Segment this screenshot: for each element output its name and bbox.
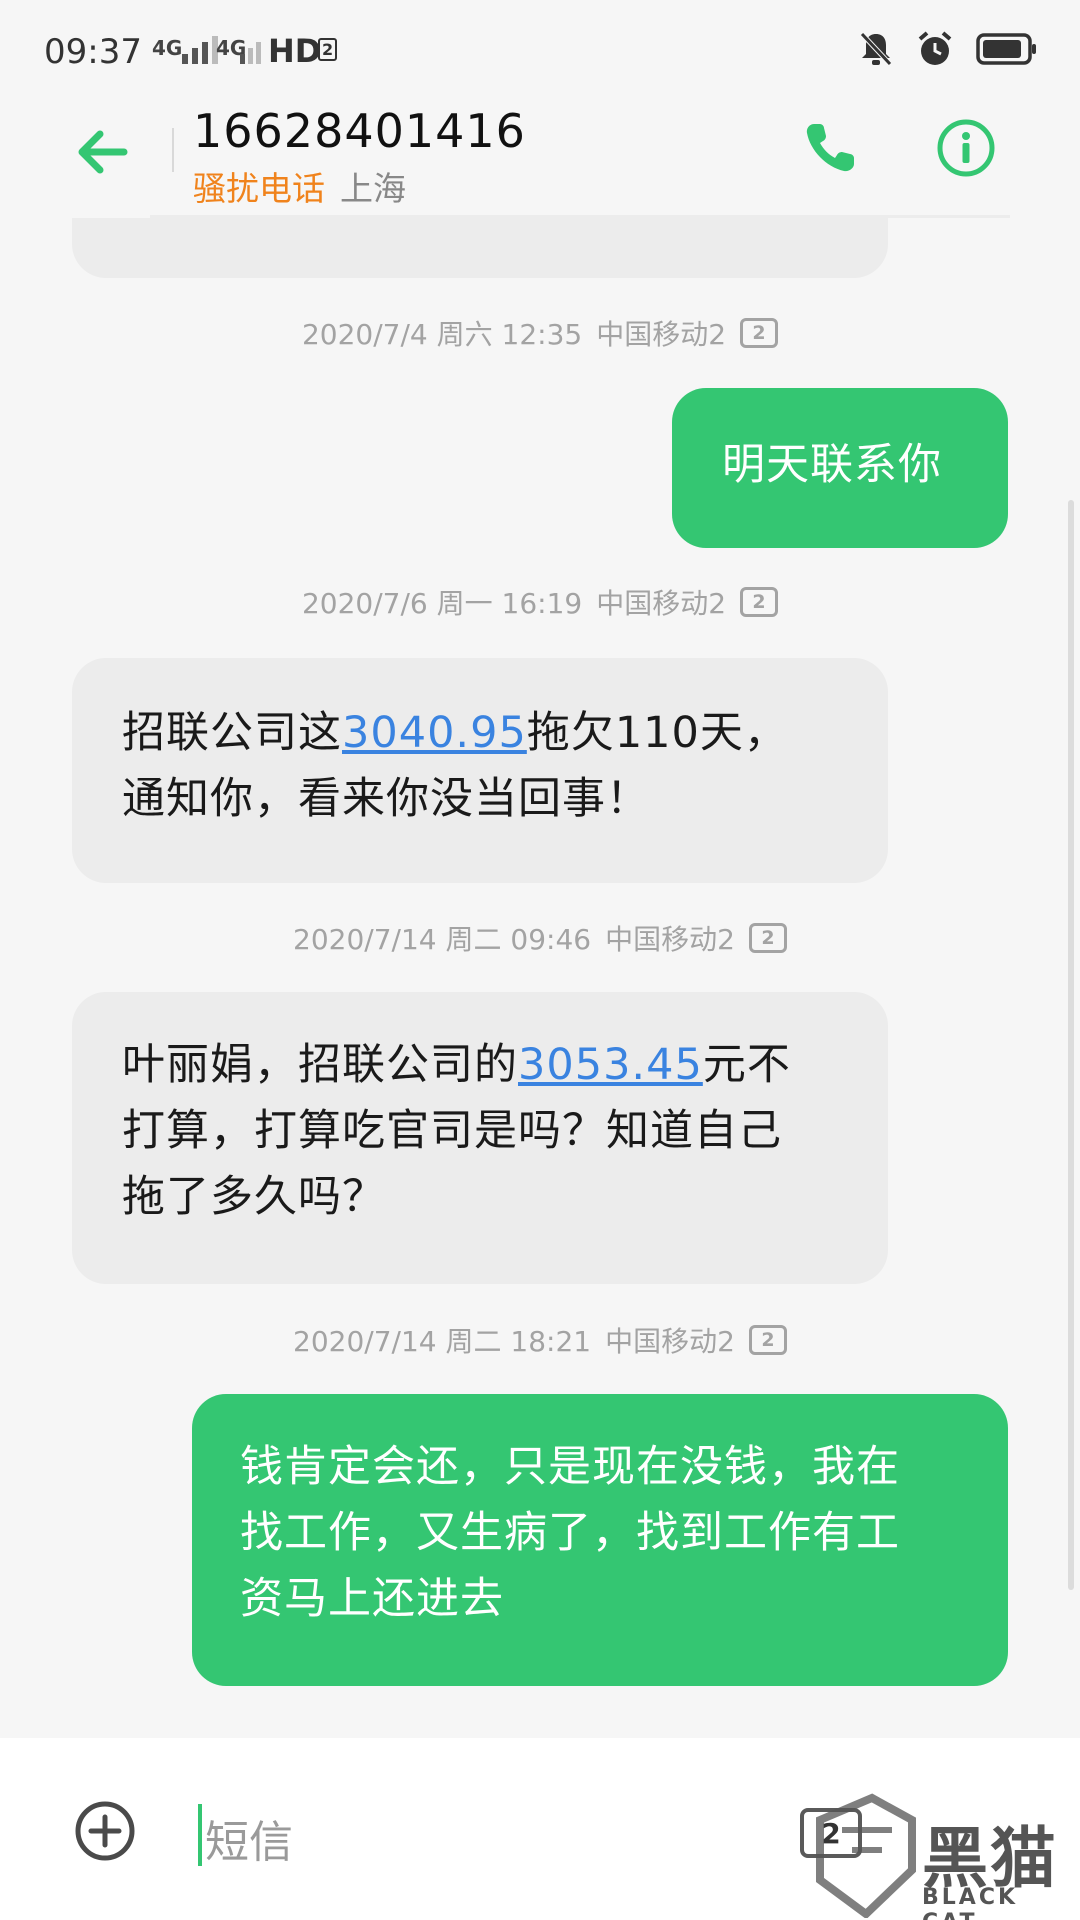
contact-location: 上海 <box>340 169 406 208</box>
sim-badge: 2 <box>740 318 779 348</box>
timestamp-text: 2020/7/4 周六 12:35 <box>301 318 583 351</box>
status-bar: 09:37 4G 4G HD 2 <box>0 0 1080 100</box>
carrier-text: 中国移动2 <box>596 318 727 351</box>
alarm-icon <box>918 31 952 65</box>
status-time: 09:37 <box>44 32 142 72</box>
message-text: 明天联系你 <box>722 440 942 490</box>
message-line: 拖了多久吗？ <box>122 1172 386 1222</box>
sim-badge: 2 <box>748 923 787 953</box>
message-input[interactable]: 短信 <box>205 1806 293 1870</box>
sim-badge: 2 <box>740 587 779 617</box>
amount-link[interactable]: 3040.95 <box>342 708 527 758</box>
status-icons <box>858 30 1038 68</box>
message-timestamp: 2020/7/4 周六 12:35 中国移动2 2 <box>0 313 1080 353</box>
sim-badge: 2 <box>748 1325 787 1355</box>
sms-conversation-screen: 09:37 4G 4G HD 2 16628401416 骚扰电话 上海 202… <box>0 0 1080 1920</box>
message-line: 打算，打算吃官司是吗？知道自己 <box>122 1106 782 1156</box>
message-text: 元不 <box>702 1040 791 1090</box>
phone-call-icon[interactable] <box>800 118 860 178</box>
message-line: 叶丽娟，招联公司的3053.45元不 <box>122 1032 888 1098</box>
message-line: 招联公司这3040.95拖欠110天， <box>122 700 888 766</box>
amount-link[interactable]: 3053.45 <box>518 1040 703 1090</box>
message-line: 资马上还进去 <box>240 1574 504 1624</box>
message-bubble-incoming[interactable]: 叶丽娟，招联公司的3053.45元不 打算，打算吃官司是吗？知道自己 拖了多久吗… <box>72 992 888 1284</box>
message-bubble-incoming[interactable]: 招联公司这3040.95拖欠110天， 通知你，看来你没当回事！ <box>72 658 888 883</box>
watermark-subtext: BLACK CAT <box>922 1885 1019 1920</box>
message-bubble-outgoing[interactable]: 明天联系你 <box>672 388 1008 548</box>
timestamp-text: 2020/7/14 周二 09:46 <box>293 923 592 956</box>
message-text: 招联公司这 <box>122 708 342 758</box>
signal-icon-2 <box>240 36 261 64</box>
network-type-1: 4G <box>152 36 183 60</box>
info-icon[interactable] <box>935 117 997 179</box>
message-timestamp: 2020/7/14 周二 09:46 中国移动2 2 <box>0 918 1080 958</box>
carrier-text: 中国移动2 <box>605 923 735 956</box>
message-line: 通知你，看来你没当回事！ <box>122 774 650 824</box>
message-timestamp: 2020/7/14 周二 18:21 中国移动2 2 <box>0 1320 1080 1360</box>
carrier-text: 中国移动2 <box>605 1325 735 1358</box>
hd-voice-label: HD <box>268 32 322 70</box>
message-line: 钱肯定会还，只是现在没钱，我在 <box>240 1442 900 1492</box>
battery-icon <box>976 33 1036 65</box>
message-line: 找工作，又生病了，找到工作有工 <box>240 1508 900 1558</box>
add-attachment-icon[interactable] <box>74 1800 136 1862</box>
hd-sim-indicator: 2 <box>318 38 338 61</box>
message-bubble-previous[interactable] <box>72 218 888 278</box>
contact-number: 16628401416 <box>193 104 526 158</box>
header-divider <box>172 128 174 172</box>
text-cursor <box>198 1804 202 1866</box>
message-bubble-outgoing[interactable]: 钱肯定会还，只是现在没钱，我在 找工作，又生病了，找到工作有工 资马上还进去 <box>192 1394 1008 1686</box>
message-text: 叶丽娟，招联公司的 <box>122 1040 518 1090</box>
conversation-header: 16628401416 骚扰电话 上海 <box>0 100 1080 218</box>
mute-bell-icon <box>860 32 892 66</box>
message-timestamp: 2020/7/6 周一 16:19 中国移动2 2 <box>0 582 1080 622</box>
timestamp-text: 2020/7/14 周二 18:21 <box>293 1325 592 1358</box>
back-arrow-icon[interactable] <box>72 120 136 184</box>
scrollbar[interactable] <box>1068 500 1074 1590</box>
timestamp-text: 2020/7/6 周一 16:19 <box>301 587 583 620</box>
spam-tag: 骚扰电话 <box>193 169 325 208</box>
carrier-text: 中国移动2 <box>596 587 727 620</box>
signal-icon-1 <box>182 36 218 64</box>
message-text: 拖欠110天， <box>526 708 788 758</box>
message-list[interactable]: 2020/7/4 周六 12:35 中国移动2 2 明天联系你 2020/7/6… <box>0 218 1080 1708</box>
